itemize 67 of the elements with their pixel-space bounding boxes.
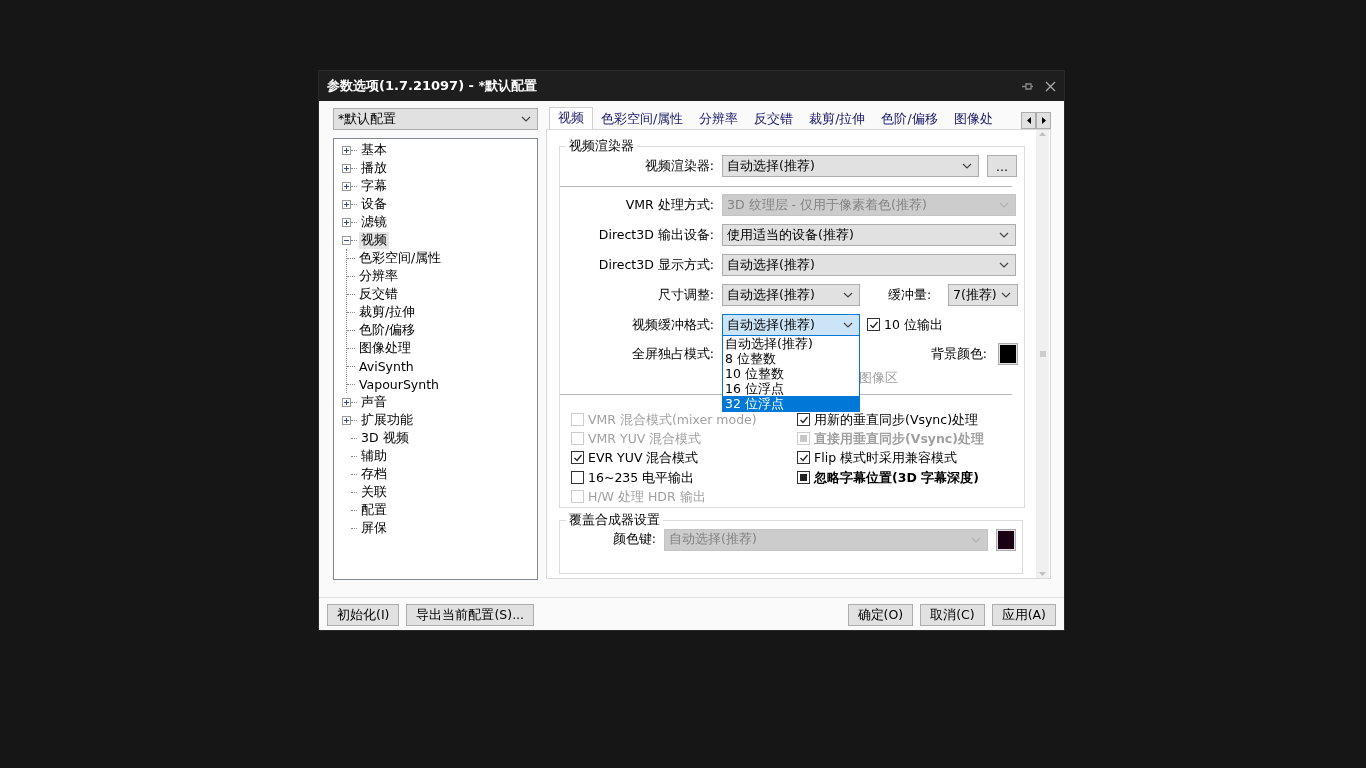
tree-item[interactable]: 裁剪/拉伸 (357, 303, 418, 321)
option-label: 图像区 (859, 369, 898, 387)
field-label: 颜色键: (611, 531, 656, 549)
tab[interactable]: 分辨率 (691, 109, 747, 129)
dropdown[interactable]: 自动选择(推荐) (722, 314, 860, 336)
tree-item[interactable]: VapourSynth (357, 376, 441, 392)
dropdown-option[interactable]: 自动选择(推荐) (723, 336, 859, 351)
group-title: 覆盖合成器设置 (568, 511, 661, 529)
field-label: 尺寸调整: (656, 286, 714, 304)
field-label: Direct3D 输出设备: (597, 226, 714, 244)
tab[interactable]: 图像处 (945, 109, 1001, 129)
field-label: 视频缓冲格式: (630, 316, 714, 334)
tree-item[interactable]: 配置 (359, 501, 389, 519)
tree-item[interactable]: 声音 (359, 393, 389, 411)
tree-item[interactable]: 关联 (359, 483, 389, 501)
tree-item[interactable]: 色彩空间/属性 (357, 249, 444, 267)
tab[interactable]: 裁剪/拉伸 (801, 109, 874, 129)
tree-item[interactable]: 色阶/偏移 (357, 321, 418, 339)
tree-item[interactable]: 分辨率 (357, 267, 400, 285)
field-label: 视频渲染器: (643, 157, 714, 175)
field-label: Direct3D 显示方式: (597, 256, 714, 274)
tree-item[interactable]: 视频 (359, 231, 389, 249)
tree-item[interactable]: 屏保 (359, 519, 389, 537)
field-label: 背景颜色: (930, 345, 987, 363)
dropdown-option[interactable]: 32 位浮点 (723, 396, 859, 411)
tree-item[interactable]: 扩展功能 (359, 411, 415, 429)
tree-item[interactable]: 字幕 (359, 177, 389, 195)
footer-button[interactable]: 确定(O) (847, 604, 914, 626)
checkbox-option[interactable]: 16~235 电平输出 (571, 467, 695, 487)
field-label: 缓冲量: (888, 286, 933, 304)
tab[interactable]: 色阶/偏移 (873, 109, 946, 129)
tab[interactable]: 视频 (549, 107, 593, 129)
dropdown-option[interactable]: 8 位整数 (723, 351, 859, 366)
checkbox-option[interactable]: 忽略字幕位置(3D 字幕深度) (797, 467, 979, 487)
tab[interactable]: 反交错 (746, 109, 802, 129)
tree-item[interactable]: 辅助 (359, 447, 389, 465)
dropdown[interactable]: *默认配置 (333, 108, 538, 130)
checkbox-option[interactable]: 10 位输出 (867, 315, 943, 335)
footer-button[interactable]: 导出当前配置(S)... (406, 604, 535, 626)
dropdown[interactable]: 自动选择(推荐) (722, 155, 979, 177)
tree-item[interactable]: AviSynth (357, 358, 416, 374)
dropdown[interactable]: 使用适当的设备(推荐) (722, 224, 1016, 246)
tree-item[interactable]: 播放 (359, 159, 389, 177)
window-title: 参数选项(1.7.21097) - *默认配置 (327, 77, 539, 95)
checkbox-option[interactable]: EVR YUV 混合模式 (571, 448, 699, 467)
tree-item[interactable]: 3D 视频 (359, 429, 411, 447)
footer-button[interactable]: 应用(A) (991, 604, 1056, 626)
more-button[interactable]: ... (987, 155, 1017, 177)
footer-button[interactable]: 取消(C) (920, 604, 985, 626)
tab[interactable]: 色彩空间/属性 (593, 109, 692, 129)
footer-button[interactable]: 初始化(I) (327, 604, 400, 626)
dropdown[interactable]: 自动选择(推荐) (722, 284, 860, 306)
checkbox-option[interactable]: Flip 模式时采用兼容模式 (797, 448, 958, 467)
tree-item[interactable]: 存档 (359, 465, 389, 483)
tree-item[interactable]: 基本 (359, 141, 389, 159)
field-label: 全屏独占模式: (630, 345, 714, 363)
checkbox-option[interactable]: 用新的垂直同步(Vsync)处理 (797, 410, 978, 429)
tree-item[interactable]: 设备 (359, 195, 389, 213)
field-label: VMR 处理方式: (624, 196, 714, 214)
dropdown[interactable]: 自动选择(推荐) (722, 254, 1016, 276)
dropdown[interactable]: 7(推荐) (948, 284, 1018, 306)
dropdown-option[interactable]: 16 位浮点 (723, 381, 859, 396)
tree-item[interactable]: 图像处理 (357, 339, 413, 357)
tree-item[interactable]: 滤镜 (359, 213, 389, 231)
tree-item[interactable]: 反交错 (357, 285, 400, 303)
group-title: 视频渲染器 (568, 138, 635, 155)
dropdown-option[interactable]: 10 位整数 (723, 366, 859, 381)
